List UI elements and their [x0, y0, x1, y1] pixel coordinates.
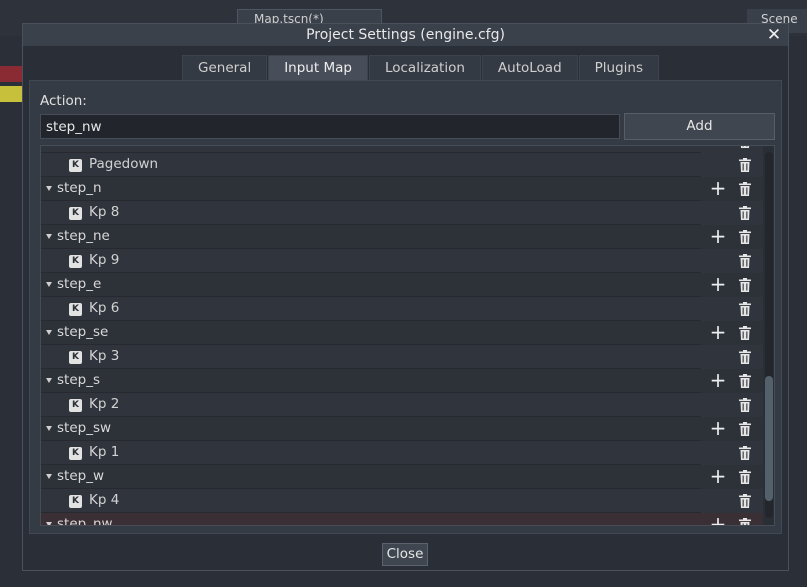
action-row[interactable]: step_ne + — [41, 225, 763, 249]
action-label: Action: — [40, 93, 87, 109]
keyboard-icon: K — [69, 159, 82, 172]
editor-right-dock — [789, 36, 807, 587]
collapse-arrow-icon[interactable] — [46, 474, 52, 479]
scrollbar-thumb[interactable] — [765, 376, 773, 501]
event-row[interactable]: K Kp 1 — [41, 441, 763, 465]
action-row[interactable]: step_sw + — [41, 417, 763, 441]
event-row[interactable]: K Kp 4 — [41, 489, 763, 513]
action-name: step_nw — [57, 516, 113, 526]
input-map-panel: Action: Add K Pagedown step_n + K Kp 8 step_ne… — [29, 80, 782, 534]
event-row[interactable]: K Kp 3 — [41, 345, 763, 369]
add-event-icon[interactable]: + — [709, 417, 727, 441]
keyboard-icon: K — [69, 447, 82, 460]
action-name: step_n — [57, 180, 102, 196]
tab-autoload[interactable]: AutoLoad — [481, 55, 578, 80]
keyboard-icon: K — [69, 495, 82, 508]
tab-plugins[interactable]: Plugins — [578, 55, 660, 80]
collapse-arrow-icon[interactable] — [46, 378, 52, 383]
trash-icon[interactable] — [738, 350, 752, 364]
add-event-icon[interactable]: + — [709, 465, 727, 489]
close-button[interactable]: Close — [382, 543, 428, 566]
tab-general[interactable]: General — [182, 55, 268, 80]
action-row[interactable]: step_se + — [41, 321, 763, 345]
close-icon[interactable]: ✕ — [766, 24, 782, 46]
project-settings-dialog: Project Settings (engine.cfg) ✕ General … — [22, 23, 789, 571]
action-row[interactable]: step_n + — [41, 177, 763, 201]
keyboard-icon: K — [69, 255, 82, 268]
event-name: Pagedown — [89, 156, 159, 172]
trash-icon[interactable] — [738, 206, 752, 220]
event-name: Kp 2 — [89, 396, 120, 412]
action-name: step_sw — [57, 420, 112, 436]
tab-localization[interactable]: Localization — [368, 55, 481, 80]
left-dock-item — [0, 104, 22, 120]
keyboard-icon: K — [69, 207, 82, 220]
tree-scrollbar[interactable] — [765, 152, 773, 518]
tab-input-map[interactable]: Input Map — [268, 55, 368, 80]
trash-icon[interactable] — [738, 278, 752, 292]
add-event-icon[interactable]: + — [709, 321, 727, 345]
action-row[interactable]: step_w + — [41, 465, 763, 489]
action-row[interactable]: step_nw + — [41, 513, 763, 526]
event-name: Kp 9 — [89, 252, 120, 268]
keyboard-icon: K — [69, 351, 82, 364]
collapse-arrow-icon[interactable] — [46, 282, 52, 287]
collapse-arrow-icon[interactable] — [46, 522, 52, 525]
input-map-rows: K Pagedown step_n + K Kp 8 step_ne + K Kp 9 step_e… — [41, 146, 763, 526]
add-event-icon[interactable]: + — [709, 369, 727, 393]
trash-icon[interactable] — [738, 470, 752, 484]
settings-tabs: General Input Map Localization AutoLoad … — [182, 55, 660, 80]
event-name: Kp 4 — [89, 492, 120, 508]
editor-bottom-panel — [0, 571, 807, 587]
trash-icon[interactable] — [738, 326, 752, 340]
input-map-tree[interactable]: K Pagedown step_n + K Kp 8 step_ne + K Kp 9 step_e… — [40, 145, 775, 526]
event-row[interactable]: K Kp 6 — [41, 297, 763, 321]
event-name: Kp 3 — [89, 348, 120, 364]
event-row[interactable]: K Kp 8 — [41, 201, 763, 225]
add-event-icon[interactable]: + — [709, 177, 727, 201]
trash-icon[interactable] — [738, 230, 752, 244]
trash-icon[interactable] — [738, 158, 752, 172]
add-event-icon[interactable]: + — [709, 225, 727, 249]
collapse-arrow-icon[interactable] — [46, 186, 52, 191]
action-name: step_se — [57, 324, 109, 340]
trash-icon[interactable] — [738, 182, 752, 196]
event-name: Kp 6 — [89, 300, 120, 316]
event-name: Kp 8 — [89, 204, 120, 220]
event-row[interactable] — [41, 146, 763, 153]
trash-icon[interactable] — [738, 494, 752, 508]
event-row[interactable]: K Kp 2 — [41, 393, 763, 417]
trash-icon[interactable] — [738, 146, 752, 148]
trash-icon[interactable] — [738, 254, 752, 268]
keyboard-icon: K — [69, 303, 82, 316]
collapse-arrow-icon[interactable] — [46, 330, 52, 335]
action-row[interactable]: step_e + — [41, 273, 763, 297]
action-row[interactable]: step_s + — [41, 369, 763, 393]
trash-icon[interactable] — [738, 302, 752, 316]
event-name: Kp 1 — [89, 444, 120, 460]
dialog-title: Project Settings (engine.cfg) — [23, 24, 788, 46]
collapse-arrow-icon[interactable] — [46, 234, 52, 239]
trash-icon[interactable] — [738, 518, 752, 525]
add-action-button[interactable]: Add — [624, 113, 775, 140]
left-dock-item — [0, 66, 22, 82]
trash-icon[interactable] — [738, 446, 752, 460]
action-name: step_ne — [57, 228, 110, 244]
action-name-input[interactable] — [40, 114, 620, 139]
trash-icon[interactable] — [738, 422, 752, 436]
add-event-icon[interactable]: + — [709, 513, 727, 525]
event-row[interactable]: K Kp 9 — [41, 249, 763, 273]
add-event-icon[interactable]: + — [709, 273, 727, 297]
action-name: step_e — [57, 276, 102, 292]
editor-left-dock — [0, 36, 22, 587]
left-dock-item — [0, 86, 22, 102]
action-name: step_s — [57, 372, 100, 388]
action-name: step_w — [57, 468, 104, 484]
collapse-arrow-icon[interactable] — [46, 426, 52, 431]
event-row[interactable]: K Pagedown — [41, 153, 763, 177]
trash-icon[interactable] — [738, 374, 752, 388]
trash-icon[interactable] — [738, 398, 752, 412]
keyboard-icon: K — [69, 399, 82, 412]
